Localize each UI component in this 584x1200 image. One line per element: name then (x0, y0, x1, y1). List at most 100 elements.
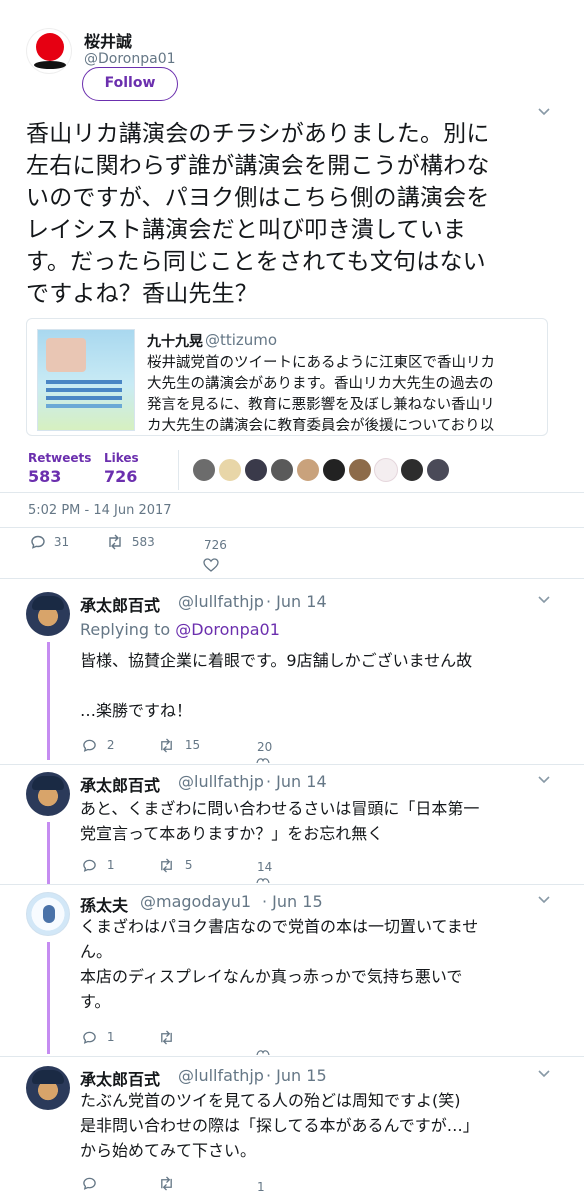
reply-display-name[interactable]: 承太郎百式 (80, 772, 160, 796)
like-count-label: 726 (204, 538, 227, 552)
retweet-icon (109, 534, 121, 550)
divider (0, 578, 584, 579)
reply-display-name[interactable]: 承太郎百式 (80, 1066, 160, 1090)
quoted-author-handle: @ttizumo (205, 331, 278, 349)
reply-display-name[interactable]: 承太郎百式 (80, 592, 160, 616)
heart-icon[interactable] (203, 558, 219, 572)
quoted-tweet-image[interactable] (37, 329, 135, 431)
reply-avatar[interactable] (26, 892, 70, 936)
reply-action[interactable] (82, 1176, 97, 1191)
reply-count: 1 (106, 858, 115, 872)
tweet-timestamp[interactable]: 5:02 PM - 14 Jun 2017 (28, 503, 172, 518)
author-display-name[interactable]: 桜井誠 (84, 28, 132, 52)
thread-line (47, 942, 50, 1054)
quoted-tweet-text: 桜井誠党首のツイートにあるように江東区で香山リカ 大先生の講演会があります。香山… (147, 355, 495, 434)
reply-icon (83, 859, 96, 872)
liker-avatar[interactable] (296, 458, 320, 482)
likes-label[interactable]: Likes (104, 451, 139, 465)
like-count-label: 14 (257, 860, 273, 874)
author-username[interactable]: @Doronpa01 (84, 51, 176, 67)
heart-icon[interactable] (256, 877, 270, 883)
liker-avatar[interactable] (218, 458, 242, 482)
quoted-author-name: 九十九晃 (147, 334, 203, 350)
reply-handle[interactable]: @magodayu1 (140, 892, 251, 911)
retweet-count: 583 (131, 534, 155, 549)
reply-date[interactable]: · Jun 14 (266, 772, 327, 791)
retweet-icon (161, 858, 172, 873)
reply-text: あと、くまざわに問い合わせるさいは冒頭に「日本第一 党宣言って本ありますか？」を… (80, 799, 480, 843)
reply-icon (83, 1177, 96, 1190)
like-count-label: 1 (257, 1180, 265, 1194)
chevron-down-icon[interactable] (538, 896, 550, 904)
reply-text: くまざわはパヨク書店なので党首の本は一切置いてませ ん。 本店のディスプレイなん… (80, 917, 479, 1011)
replying-to-prefix: Replying to (80, 620, 171, 639)
reply-avatar[interactable] (26, 1066, 70, 1110)
heart-icon[interactable] (256, 757, 270, 763)
chevron-down-icon[interactable] (538, 776, 550, 784)
stats-divider (178, 450, 179, 490)
retweet-action[interactable] (158, 1176, 175, 1191)
retweet-action[interactable]: 583 (106, 534, 155, 550)
reply-icon (31, 535, 45, 549)
reply-date-text[interactable]: Jun 14 (276, 772, 326, 791)
reply-action[interactable]: 31 (30, 534, 69, 550)
flyer-text-lines (46, 380, 122, 384)
chevron-down-icon[interactable] (538, 108, 550, 116)
liker-avatar[interactable] (348, 458, 372, 482)
reply-handle[interactable]: @lullfathjp (178, 772, 264, 791)
reply-date-text[interactable]: Jun 15 (276, 1066, 326, 1085)
replying-to-user-link[interactable]: @Doronpa01 (175, 620, 280, 639)
chevron-down-icon[interactable] (538, 1070, 550, 1078)
divider (0, 884, 584, 885)
reply-date[interactable]: · Jun 15 (262, 892, 323, 911)
reply-count: 2 (106, 738, 115, 752)
liker-avatar[interactable] (374, 458, 398, 482)
chevron-down-icon[interactable] (538, 596, 550, 604)
divider (0, 764, 584, 765)
replying-to-line: Replying to @Doronpa01 (80, 620, 280, 639)
reply-handle[interactable]: @lullfathjp (178, 592, 264, 611)
heart-icon[interactable] (256, 1049, 270, 1055)
likes-count[interactable]: 726 (104, 467, 137, 486)
reply-text: 皆様、協賛企業に着眼です。9店舗しかございません故 …楽勝ですね！ (80, 651, 473, 720)
avatar-base-shape (34, 61, 66, 69)
thread-line (47, 822, 50, 884)
retweets-label[interactable]: Retweets (28, 451, 91, 465)
rising-sun-logo (36, 33, 64, 61)
tweet-text: 香山リカ講演会のチラシがありました。別に 左右に関わらず誰が講演会を開こうが構わ… (26, 121, 490, 307)
reply-action[interactable]: 2 (82, 738, 114, 753)
liker-avatar[interactable] (270, 458, 294, 482)
retweet-action[interactable] (158, 1030, 175, 1045)
retweets-count[interactable]: 583 (28, 467, 61, 486)
thread-line (47, 642, 50, 760)
divider (0, 1056, 584, 1057)
retweet-count: 5 (184, 858, 193, 872)
liker-avatar[interactable] (192, 458, 216, 482)
retweet-action[interactable]: 15 (158, 738, 200, 753)
reply-icon (83, 1031, 96, 1044)
liker-avatar[interactable] (244, 458, 268, 482)
reply-action[interactable]: 1 (82, 858, 114, 873)
reply-date-text[interactable]: Jun 15 (272, 892, 322, 911)
reply-avatar[interactable] (26, 592, 70, 636)
flyer-photo (46, 338, 86, 372)
quoted-tweet[interactable]: 九十九晃 @ttizumo 桜井誠党首のツイートにあるように江東区で香山リカ 大… (26, 318, 548, 436)
liker-avatar[interactable] (322, 458, 346, 482)
reply-avatar[interactable] (26, 772, 70, 816)
liker-avatar[interactable] (400, 458, 424, 482)
reply-date-text[interactable]: Jun 14 (276, 592, 326, 611)
retweet-icon (161, 1176, 172, 1191)
reply-display-name[interactable]: 孫太夫 (80, 892, 128, 916)
like-count-label: 20 (257, 740, 273, 754)
follow-button[interactable]: Follow (82, 67, 178, 101)
divider (0, 527, 584, 528)
reply-action[interactable]: 1 (82, 1030, 114, 1045)
reply-date[interactable]: · Jun 14 (266, 592, 327, 611)
reply-handle[interactable]: @lullfathjp (178, 1066, 264, 1085)
retweet-action[interactable]: 5 (158, 858, 192, 873)
liker-avatar[interactable] (426, 458, 450, 482)
author-avatar[interactable] (26, 28, 72, 74)
reply-date[interactable]: · Jun 15 (266, 1066, 327, 1085)
divider (0, 492, 584, 493)
reply-count: 31 (53, 534, 70, 549)
